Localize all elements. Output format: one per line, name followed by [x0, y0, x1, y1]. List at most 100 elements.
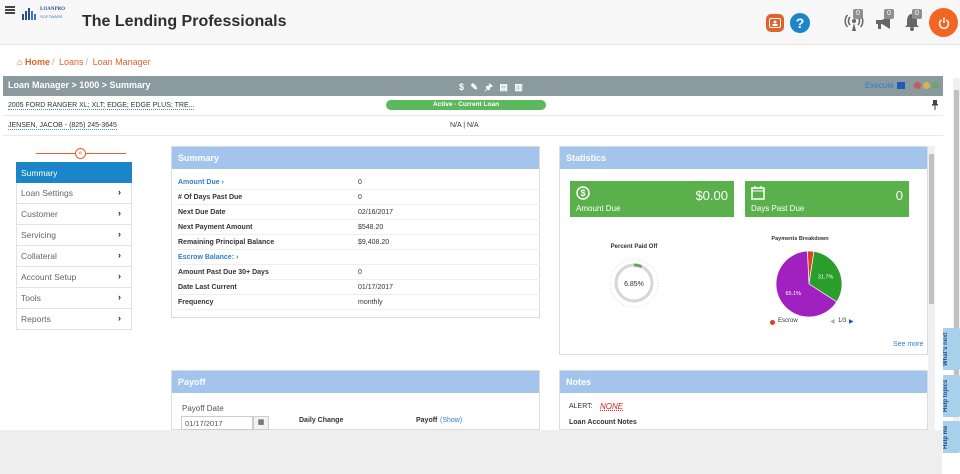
see-more-link[interactable]: See more: [893, 341, 923, 348]
help-topics-tab[interactable]: Help topics: [943, 375, 960, 417]
summary-panel-title: Summary: [172, 147, 539, 169]
broadcast-badge: 0: [853, 9, 863, 19]
execute-link[interactable]: Execute: [865, 81, 894, 90]
legend-dot: [770, 320, 775, 325]
top-header: LOANPRO SOFTWARE The Lending Professiona…: [0, 0, 960, 45]
percent-paid-caption: Percent Paid Off: [610, 244, 658, 250]
summary-row-label: Frequency: [178, 299, 214, 306]
loan-manager-bar: Loan Manager > 1000 > Summary $ ✎ 🖈 ▤ ▥ …: [3, 76, 943, 96]
pie-slice-label: 31.7%: [818, 275, 834, 281]
sidebar-nav: Summary Loan Settings › Customer › Servici…: [16, 162, 132, 330]
payoff-date-label: Payoff Date: [182, 404, 224, 413]
loan-secondary-info: N/A | N/A: [450, 122, 479, 129]
amount-due-label: Amount Due: [576, 204, 621, 213]
summary-row: Amount Due › 0: [178, 175, 540, 190]
help-button[interactable]: ?: [790, 13, 810, 33]
sidebar-item-label: Loan Settings: [21, 188, 73, 198]
legend-next-icon[interactable]: ▶: [849, 318, 854, 325]
breadcrumb-loans[interactable]: Loans: [59, 57, 84, 67]
chevron-right-icon: ›: [118, 313, 121, 323]
sidebar-item-customer[interactable]: Customer ›: [16, 204, 132, 225]
summary-row: Amount Past Due 30+ Days 0: [178, 265, 540, 280]
payoff-label: Payoff: [416, 417, 438, 424]
loan-toolbar-icons[interactable]: $ ✎ 🖈 ▤ ▥: [459, 80, 525, 96]
chevron-right-icon: ›: [118, 271, 121, 281]
chevron-right-icon: ›: [118, 250, 121, 260]
summary-row: Next Due Date 02/16/2017: [178, 205, 540, 220]
breadcrumb-home[interactable]: Home: [25, 57, 50, 67]
summary-row-label[interactable]: Amount Due ›: [178, 179, 224, 186]
status-dot-yellow[interactable]: [923, 82, 930, 89]
logo-subtext: SOFTWARE: [40, 14, 63, 19]
summary-row: Frequency monthly: [178, 295, 540, 310]
legend-label: Escrow: [778, 318, 798, 324]
app-title: The Lending Professionals: [82, 13, 287, 30]
summary-panel: Summary Amount Due › 0 # Of Days Past Due 0…: [171, 146, 540, 318]
collapse-icon: «: [75, 148, 86, 159]
legend-prev-icon[interactable]: ◀: [830, 318, 835, 325]
content-scrollbar[interactable]: [928, 146, 935, 430]
borrower-contact[interactable]: JENSEN, JACOB - (825) 245-3645: [8, 122, 117, 130]
statistics-panel-title: Statistics: [560, 147, 927, 169]
summary-row: Next Payment Amount $548.20: [178, 220, 540, 235]
status-dot-green[interactable]: [932, 82, 939, 89]
summary-row: # Of Days Past Due 0: [178, 190, 540, 205]
summary-row-value: 0: [358, 179, 362, 186]
amount-due-value: $0.00: [695, 188, 728, 203]
days-past-due-card[interactable]: 0 Days Past Due: [745, 181, 909, 217]
payoff-date-input[interactable]: [181, 416, 253, 430]
summary-row: Remaining Principal Balance $9,408.20: [178, 235, 540, 250]
chevron-right-icon: ›: [118, 229, 121, 239]
payoff-show-link[interactable]: (Show): [440, 417, 462, 424]
percent-paid-gauge: 6.85%: [609, 258, 659, 308]
menu-icon[interactable]: [5, 6, 15, 14]
pin-icon[interactable]: [932, 100, 938, 110]
summary-row-value: 0: [358, 194, 362, 201]
collateral-description[interactable]: 2005 FORD RANGER XL; XLT; EDGE; EDGE PLU…: [8, 102, 195, 110]
summary-row: Date Last Current 01/17/2017: [178, 280, 540, 295]
flag-icon[interactable]: [897, 82, 905, 89]
question-icon: ?: [795, 15, 805, 31]
sidebar-item-label: Reports: [21, 314, 51, 324]
dollar-icon: $: [576, 186, 590, 200]
sidebar-item-label: Collateral: [21, 251, 57, 261]
days-past-due-label: Days Past Due: [751, 204, 805, 213]
payments-breakdown-pie[interactable]: 31.7% 65.1%: [772, 247, 846, 321]
whats-next-tab[interactable]: What's next: [943, 328, 960, 370]
company-logo[interactable]: LOANPRO SOFTWARE: [22, 6, 72, 22]
sidebar-item-reports[interactable]: Reports ›: [16, 309, 132, 330]
bell-badge: 0: [912, 9, 922, 19]
days-past-due-value: 0: [895, 188, 903, 203]
breadcrumb-loan-manager[interactable]: Loan Manager: [93, 57, 151, 67]
sidebar-item-account-setup[interactable]: Account Setup ›: [16, 267, 132, 288]
summary-row-value: $9,408.20: [358, 239, 390, 246]
status-dot-red[interactable]: [914, 82, 921, 89]
chevron-right-icon: ›: [118, 208, 121, 218]
help-me-tab[interactable]: Help me: [943, 421, 960, 453]
summary-row-label: Next Due Date: [178, 209, 226, 216]
calendar-picker-icon[interactable]: ▦: [253, 416, 269, 430]
alert-value[interactable]: NONE: [600, 402, 623, 411]
amount-due-card[interactable]: $ $0.00 Amount Due: [570, 181, 734, 217]
summary-row-label[interactable]: Escrow Balance: ›: [178, 254, 238, 261]
sidebar-item-servicing[interactable]: Servicing ›: [16, 225, 132, 246]
chevron-right-icon: ›: [118, 187, 121, 197]
home-icon[interactable]: ⌂: [17, 57, 22, 67]
logout-button[interactable]: [929, 8, 958, 37]
summary-row-label: # Of Days Past Due: [178, 194, 243, 201]
payoff-panel-title: Payoff: [172, 371, 539, 393]
megaphone-badge: 0: [884, 9, 894, 19]
svg-text:$: $: [580, 188, 585, 198]
summary-row-label: Amount Past Due 30+ Days: [178, 269, 269, 276]
support-button[interactable]: [766, 14, 784, 32]
nav-collapse-toggle[interactable]: «: [36, 145, 126, 161]
sidebar-item-label: Summary: [21, 168, 58, 178]
sidebar-item-tools[interactable]: Tools ›: [16, 288, 132, 309]
sidebar-item-loan-settings[interactable]: Loan Settings ›: [16, 183, 132, 204]
pie-slice-label: 65.1%: [785, 291, 801, 297]
sidebar-item-collateral[interactable]: Collateral ›: [16, 246, 132, 267]
breadcrumb-separator: /: [51, 57, 55, 67]
sidebar-item-summary[interactable]: Summary: [16, 162, 132, 183]
scroll-thumb[interactable]: [929, 154, 934, 304]
summary-row-value: 02/16/2017: [358, 209, 394, 216]
